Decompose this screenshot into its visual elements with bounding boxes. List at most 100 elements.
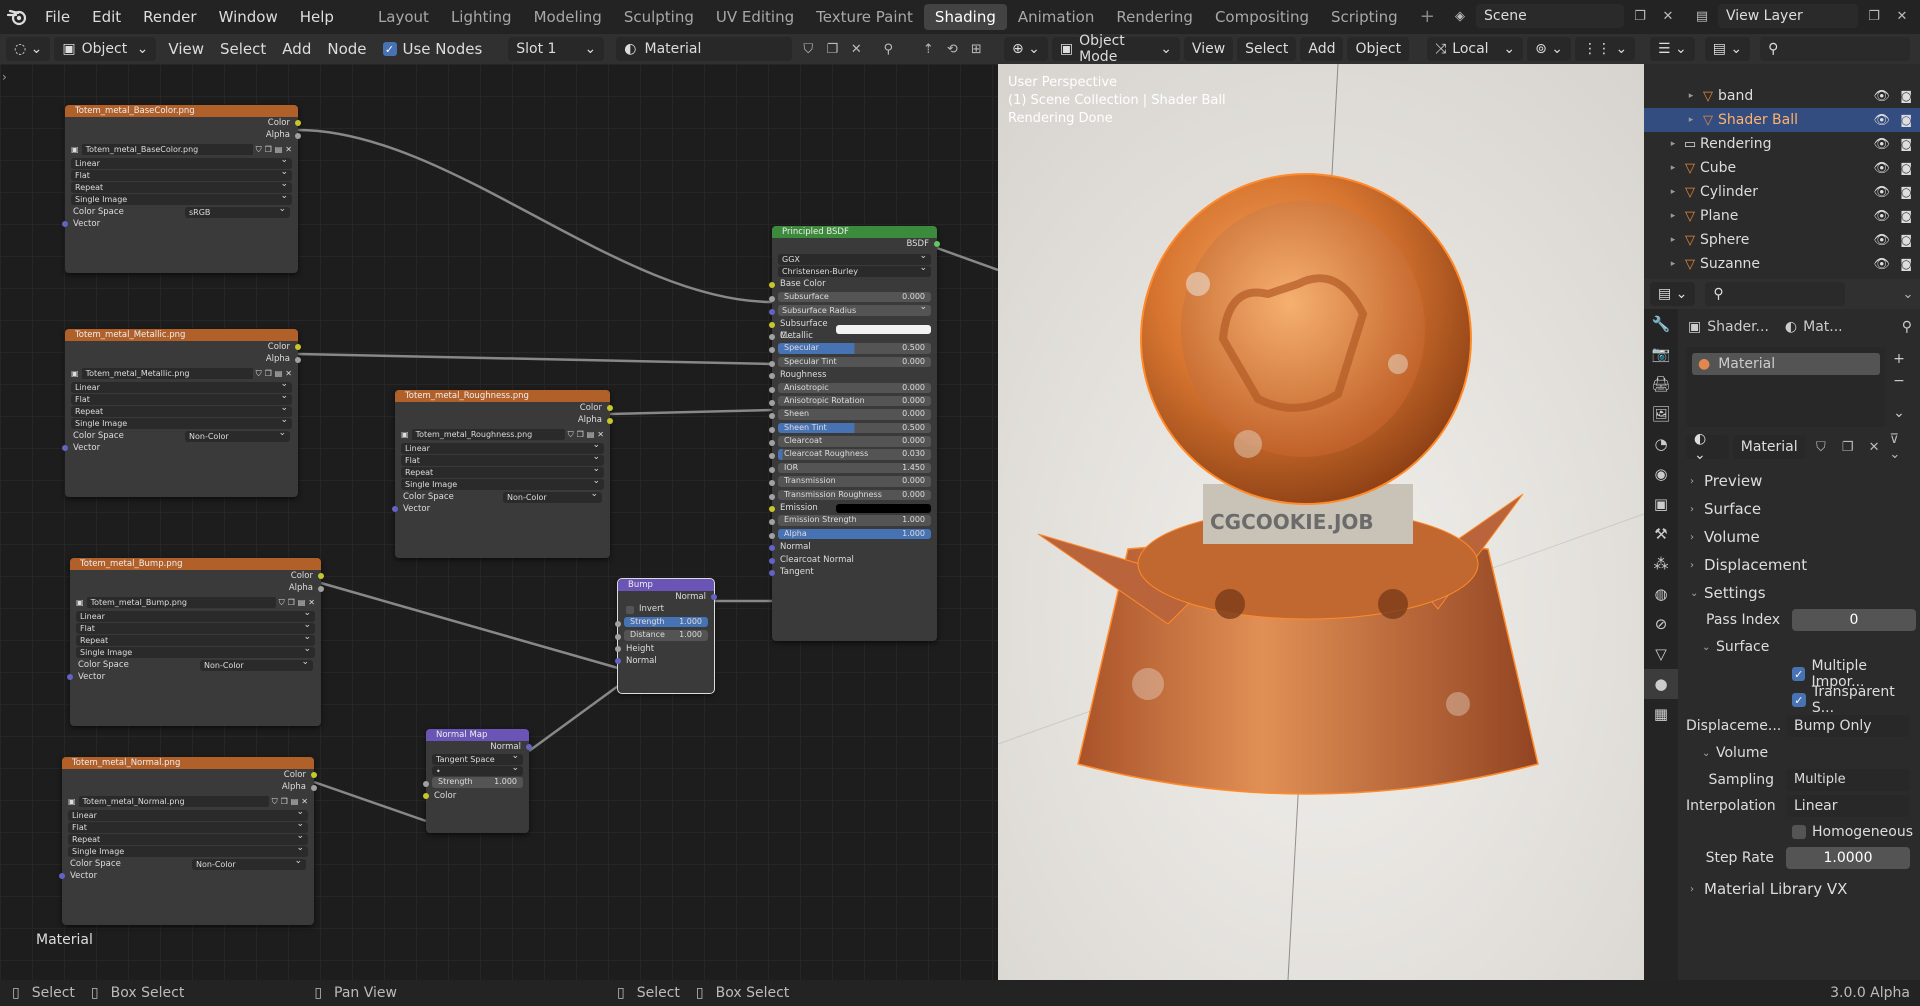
vector-socket[interactable] xyxy=(59,873,65,880)
new-scene-icon[interactable]: ❐ xyxy=(1628,4,1652,28)
menu-node[interactable]: Node xyxy=(319,40,374,58)
menu-edit[interactable]: Edit xyxy=(81,0,132,34)
use-nodes-toggle[interactable]: ✓ Use Nodes xyxy=(375,40,491,58)
render-visibility-icon[interactable]: ◙ xyxy=(1900,209,1912,223)
editor-type-icon[interactable]: ⊕ ⌄ xyxy=(1004,37,1048,61)
height-socket[interactable] xyxy=(615,645,621,652)
extension-dropdown[interactable]: Repeat xyxy=(71,403,292,417)
tab-scripting[interactable]: Scripting xyxy=(1320,4,1409,30)
render-visibility-icon[interactable]: ◙ xyxy=(1900,89,1912,103)
color-space-dropdown[interactable]: Non-Color xyxy=(185,428,290,442)
outliner-item[interactable]: ▸ ▽ Cylinder 👁 ◙ xyxy=(1644,180,1920,204)
input-socket[interactable] xyxy=(769,440,775,447)
render-visibility-icon[interactable]: ◙ xyxy=(1900,257,1912,271)
image-texture-node-normal[interactable]: Totem_metal_Normal.png Color Alpha ▣ Tote… xyxy=(59,757,317,925)
color-space-dropdown[interactable]: Non-Color xyxy=(192,856,306,870)
color-space-dropdown[interactable]: Non-Color xyxy=(503,489,602,503)
delete-view-layer-icon[interactable]: ✕ xyxy=(1890,4,1914,28)
settings-panel[interactable]: ⌄ Settings xyxy=(1678,579,1920,607)
interpolation-dropdown[interactable]: Linear xyxy=(1786,795,1910,817)
expand-arrow-icon[interactable]: ▸ xyxy=(1666,163,1680,173)
folder-icon[interactable]: ▤ xyxy=(298,598,306,607)
vector-socket[interactable] xyxy=(62,221,68,228)
fake-user-icon[interactable]: ⛉ xyxy=(256,145,262,155)
displacement-dropdown[interactable]: Bump Only xyxy=(1786,715,1910,737)
input-socket[interactable] xyxy=(769,413,775,420)
strength-socket[interactable] xyxy=(615,620,621,627)
value-slider[interactable]: Sheen 0.000 xyxy=(778,409,931,420)
outliner-item[interactable]: ▸ ▽ Plane 👁 ◙ xyxy=(1644,204,1920,228)
source-dropdown[interactable]: Single Image xyxy=(71,191,292,205)
value-slider[interactable]: Clearcoat Roughness 0.030 xyxy=(778,449,931,460)
output-tab-icon[interactable]: 🖨 xyxy=(1644,369,1678,399)
interpolation-dropdown[interactable]: Linear xyxy=(71,155,292,169)
interpolation-dropdown[interactable]: Linear xyxy=(68,807,308,821)
alpha-socket[interactable] xyxy=(318,585,324,592)
expand-arrow-icon[interactable]: ▸ xyxy=(1684,91,1698,101)
folder-icon[interactable]: ▤ xyxy=(275,369,283,378)
node-header[interactable]: Normal Map xyxy=(426,729,529,741)
pin-icon[interactable]: ⚲ xyxy=(876,37,900,61)
distance-slider[interactable]: Distance 1.000 xyxy=(624,630,708,641)
texture-tab-icon[interactable]: ▦ xyxy=(1644,699,1678,729)
value-slider[interactable]: Transmission 0.000 xyxy=(778,476,931,487)
image-file-name[interactable]: Totem_metal_Bump.png xyxy=(86,597,276,609)
physics-tab-icon[interactable]: ◍ xyxy=(1644,579,1678,609)
value-slider[interactable]: Clearcoat 0.000 xyxy=(778,436,931,447)
3d-viewport[interactable]: CGCOOKIE.JOB User Perspective (1) Scene … xyxy=(998,64,1644,980)
input-socket[interactable] xyxy=(769,453,775,460)
fake-user-icon[interactable]: ⛉ xyxy=(796,37,820,61)
alpha-socket[interactable] xyxy=(295,356,301,363)
browse-material-icon[interactable]: ◐ ⌄ xyxy=(1686,431,1729,463)
expand-arrow-icon[interactable]: ▸ xyxy=(1666,211,1680,221)
view-layer-icon[interactable]: ▤ xyxy=(1690,4,1714,28)
blender-logo-icon[interactable] xyxy=(0,0,34,34)
strength-slider[interactable]: Strength 1.000 xyxy=(624,616,708,628)
outliner-item[interactable]: ▸ ▽ Shader Ball 👁 ◙ xyxy=(1644,108,1920,132)
tab-shading[interactable]: Shading xyxy=(923,4,1007,30)
mode-dropdown[interactable]: ▣ Object Mode ⌄ xyxy=(1051,33,1180,65)
color-space-dropdown[interactable]: Non-Color xyxy=(200,657,313,671)
input-socket[interactable] xyxy=(769,557,775,564)
surface-panel[interactable]: › Surface xyxy=(1678,495,1920,523)
node-header[interactable]: Bump xyxy=(618,579,714,591)
volume-panel[interactable]: › Volume xyxy=(1678,523,1920,551)
modifier-tab-icon[interactable]: ⚒ xyxy=(1644,519,1678,549)
input-socket[interactable] xyxy=(769,309,775,316)
material-selector[interactable]: ◐ Material xyxy=(616,37,793,61)
node-header[interactable]: Totem_metal_BaseColor.png xyxy=(65,105,298,117)
fake-user-icon[interactable]: ⛉ xyxy=(1810,435,1833,459)
properties-search[interactable]: ⚲ xyxy=(1705,282,1846,306)
tab-uv-editing[interactable]: UV Editing xyxy=(705,4,805,30)
fake-user-icon[interactable]: ⛉ xyxy=(256,369,262,379)
scene-field[interactable]: Scene xyxy=(1476,4,1624,28)
input-socket[interactable] xyxy=(769,399,775,406)
tab-modeling[interactable]: Modeling xyxy=(523,4,613,30)
unlink-icon[interactable]: ✕ xyxy=(285,369,292,378)
node-header[interactable]: Principled BSDF xyxy=(772,226,937,238)
unlink-icon[interactable]: ✕ xyxy=(597,430,604,439)
surface-subpanel[interactable]: ⌄ Surface xyxy=(1678,633,1920,661)
alpha-socket[interactable] xyxy=(311,784,317,791)
value-slider[interactable]: Specular Tint 0.000 xyxy=(778,356,931,368)
visibility-icon[interactable]: 👁 xyxy=(1873,113,1890,128)
volume-subpanel[interactable]: ⌄ Volume xyxy=(1678,739,1920,767)
render-visibility-icon[interactable]: ◙ xyxy=(1900,113,1912,127)
input-socket[interactable] xyxy=(769,360,775,367)
strength-socket[interactable] xyxy=(423,781,429,788)
input-socket[interactable] xyxy=(769,321,775,328)
visibility-icon[interactable]: 👁 xyxy=(1873,161,1890,176)
world-tab-icon[interactable]: ◉ xyxy=(1644,459,1678,489)
bump-node[interactable]: Bump Normal Invert Strength 1.000 Distanc… xyxy=(615,578,717,694)
duplicate-icon[interactable]: ❐ xyxy=(1836,435,1859,459)
base-color-socket[interactable] xyxy=(769,281,775,288)
distance-socket[interactable] xyxy=(615,634,621,641)
menu-select[interactable]: Select xyxy=(1237,37,1297,61)
outliner-item[interactable]: ▸ ▽ band 👁 ◙ xyxy=(1644,84,1920,108)
homogeneous-row[interactable]: Homogeneous xyxy=(1678,819,1920,845)
color-swatch[interactable] xyxy=(836,503,931,513)
image-texture-node-roughness[interactable]: Totem_metal_Roughness.png Color Alpha ▣ T… xyxy=(392,390,613,558)
node-header[interactable]: Totem_metal_Metallic.png xyxy=(65,329,298,341)
options-icon[interactable]: ⌄ xyxy=(1896,282,1920,306)
normal-in-socket[interactable] xyxy=(615,658,621,665)
